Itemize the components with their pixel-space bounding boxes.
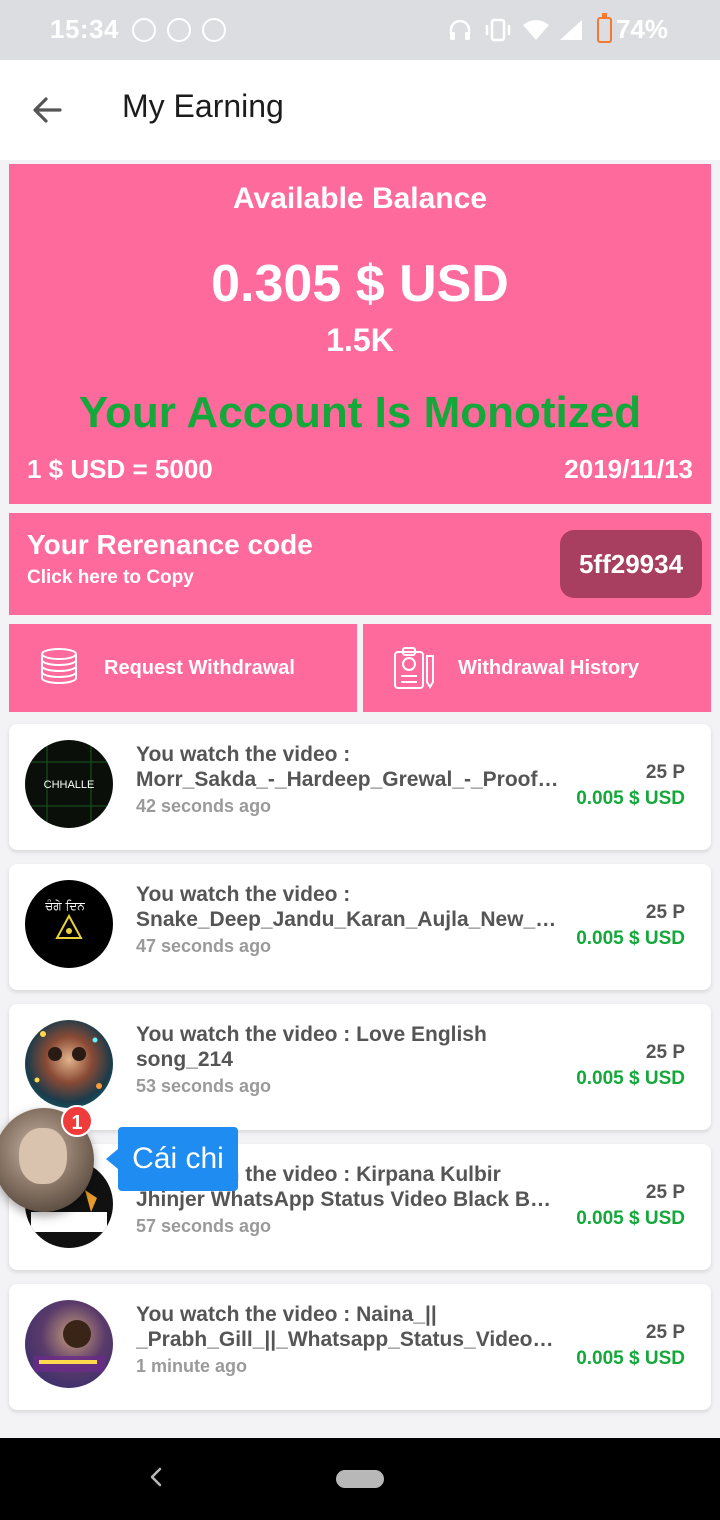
list-item[interactable]: You watch the video : Love English song_2… — [9, 1004, 711, 1130]
system-nav-bar — [0, 1438, 720, 1520]
activity-title: You watch the video : Morr_Sakda_-_Hardee… — [136, 743, 561, 791]
balance-amount: 0.305 $ USD — [211, 255, 509, 313]
activity-usd: 0.005 $ USD — [576, 1068, 685, 1089]
app-bar: My Earning — [0, 60, 720, 160]
balance-title: Available Balance — [232, 182, 488, 215]
activity-time: 1 minute ago — [136, 1356, 248, 1376]
clipboard-history-icon — [394, 647, 434, 689]
activity-time: 42 seconds ago — [136, 796, 272, 816]
battery-charging-icon — [597, 13, 612, 43]
request-withdrawal-button[interactable]: Request Withdrawal — [9, 624, 357, 712]
list-item[interactable]: CHHALLE You watch the video : Morr_Sakda_… — [9, 724, 711, 850]
unread-badge: 1 — [61, 1105, 93, 1137]
arrow-back-icon[interactable] — [28, 90, 68, 130]
activity-title: You watch the video : Love English song_2… — [136, 1023, 487, 1071]
video-thumbnail: CHHALLE — [25, 740, 113, 828]
activity-usd: 0.005 $ USD — [576, 1208, 685, 1229]
activity-points: 25 P — [645, 762, 685, 783]
list-item[interactable]: ਚੰਗੇ ਦਿਨ You watch the video : Snake_Deep… — [9, 864, 711, 990]
nav-back-icon[interactable] — [146, 1466, 166, 1488]
wifi-icon — [523, 20, 549, 40]
video-thumbnail: ਚੰਗੇ ਦਿਨ — [25, 880, 113, 968]
video-thumbnail — [25, 1300, 113, 1388]
referral-card[interactable]: Your Rerenance code Click here to Copy 5… — [9, 513, 711, 615]
activity-title: You watch the video : Snake_Deep_Jandu_Ka… — [136, 883, 561, 931]
battery-percent: 74% — [615, 14, 668, 44]
exchange-rate: 1 $ USD = 5000 — [27, 454, 213, 484]
balance-date: 2019/11/13 — [564, 454, 693, 484]
activity-points: 25 P — [645, 1322, 685, 1343]
copy-hint: Click here to Copy — [27, 567, 194, 588]
request-withdrawal-label: Request Withdrawal — [104, 657, 295, 679]
status-bar: 15:34 74% — [0, 0, 720, 60]
activity-usd: 0.005 $ USD — [576, 928, 685, 949]
activity-usd: 0.005 $ USD — [576, 1348, 685, 1369]
activity-points: 25 P — [645, 1042, 685, 1063]
avatar-face — [19, 1128, 67, 1184]
headphones-icon — [449, 19, 471, 40]
thumbnail-text: ਚੰਗੇ ਦਿਨ — [44, 899, 85, 913]
activity-time: 53 seconds ago — [136, 1076, 272, 1096]
chat-message-preview[interactable]: Cái chi — [106, 1127, 238, 1191]
referral-title: Your Rerenance code — [27, 529, 313, 560]
list-item[interactable]: You watch the video : Naina_|| _Prabh_Gil… — [9, 1284, 711, 1410]
withdrawal-history-label: Withdrawal History — [458, 657, 639, 679]
nav-home-pill[interactable] — [336, 1470, 384, 1488]
balance-points: 1.5K — [326, 322, 394, 358]
activity-time: 57 seconds ago — [136, 1216, 272, 1236]
cell-signal-icon — [560, 20, 582, 40]
status-time: 15:34 — [50, 14, 119, 44]
activity-usd: 0.005 $ USD — [576, 788, 685, 809]
video-thumbnail — [25, 1020, 113, 1108]
vibrate-icon — [485, 18, 511, 42]
thumbnail-text: CHHALLE — [44, 779, 95, 791]
activity-points: 25 P — [645, 902, 685, 923]
withdrawal-history-button[interactable]: Withdrawal History — [363, 624, 711, 712]
activity-title: You watch the video : Naina_|| _Prabh_Gil… — [136, 1303, 561, 1351]
monetized-status: Your Account Is Monotized — [78, 388, 642, 437]
referral-code-button[interactable]: 5ff29934 — [560, 530, 702, 598]
balance-card: Available Balance 0.305 $ USD 1.5K Your … — [9, 164, 711, 504]
activity-points: 25 P — [645, 1182, 685, 1203]
messenger-outline-icon — [202, 18, 226, 42]
activity-time: 47 seconds ago — [136, 936, 272, 956]
page-title: My Earning — [122, 88, 284, 124]
signal-app-icon — [132, 18, 156, 42]
coins-icon — [41, 648, 77, 685]
messenger-icon — [167, 18, 191, 42]
